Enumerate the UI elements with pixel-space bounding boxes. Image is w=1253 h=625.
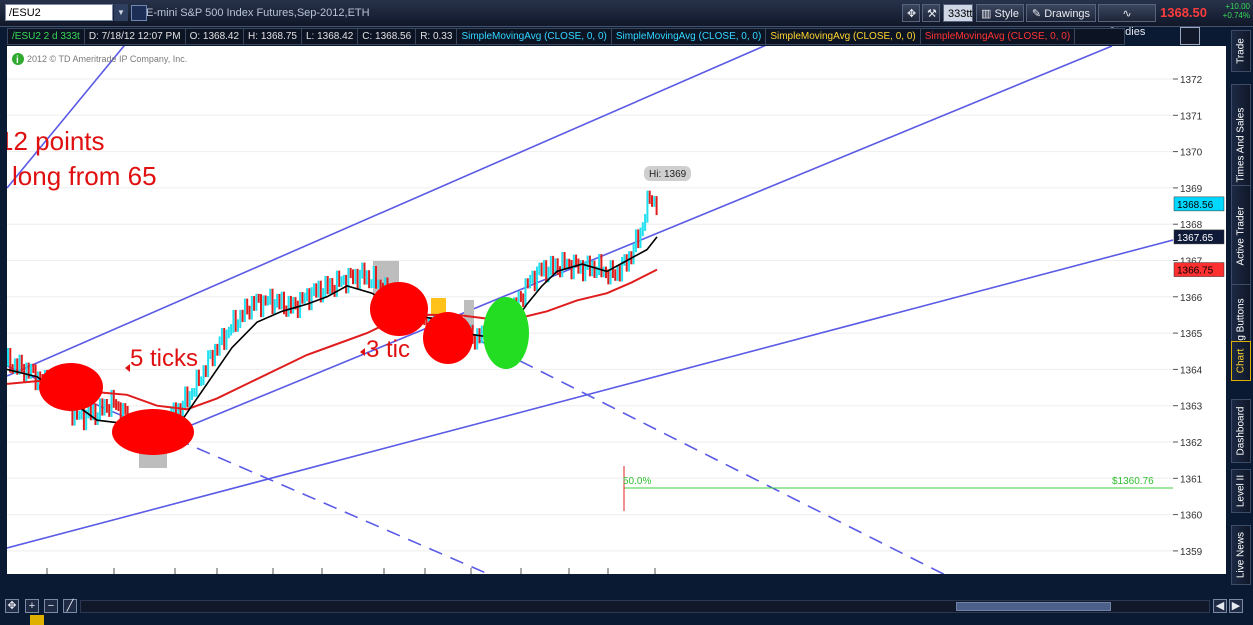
symbol-dropdown-chevron-icon[interactable]: ▼: [114, 4, 128, 21]
style-icon: ▥: [981, 8, 995, 20]
trade-marker-ellipse: [483, 297, 529, 369]
zoom-out-icon[interactable]: −: [44, 599, 58, 613]
price-tick-label: 1359: [1180, 547, 1203, 558]
bottom-toolbar: ✥ + − ╱ ◀ ▶: [0, 596, 1253, 625]
info-icon[interactable]: i: [12, 53, 24, 66]
trendline: [7, 239, 1173, 549]
price-tick-label: 1363: [1180, 402, 1203, 413]
studies-icon: ∿: [1122, 8, 1132, 20]
price-badge-label: 1366.75: [1177, 266, 1214, 277]
info-range: R: 0.33: [416, 29, 458, 44]
price-bars: [7, 190, 658, 468]
study-label[interactable]: SimpleMovingAvg (CLOSE, 0, 0): [766, 29, 921, 44]
tab-chart[interactable]: Chart: [1231, 341, 1251, 381]
price-tick-label: 1364: [1180, 365, 1203, 376]
trendline: [176, 46, 1113, 432]
price-tick-label: 1371: [1180, 111, 1203, 122]
price-axis-canvas: 1372137113701369136813671366136513641363…: [1173, 75, 1225, 558]
symbol-input[interactable]: /ESU2: [5, 4, 113, 21]
trade-marker-ellipse: [370, 282, 428, 336]
chart-scrollbar[interactable]: [80, 600, 1210, 613]
price-tick-label: 1361: [1180, 474, 1203, 485]
price-tick-label: 1369: [1180, 184, 1203, 195]
copyright-text: 2012 © TD Ameritrade IP Company, Inc.: [27, 54, 187, 64]
fib-percent-label: 50.0%: [623, 476, 651, 487]
annotation-long-from: long from 65: [12, 161, 157, 191]
price-tick-label: 1370: [1180, 148, 1203, 159]
info-low: L: 1368.42: [302, 29, 359, 44]
svg-text:i: i: [16, 55, 19, 66]
link-icon[interactable]: [131, 5, 147, 21]
annotation-points: 12 points: [7, 126, 105, 156]
tab-level-ii[interactable]: Level II: [1231, 469, 1251, 513]
pan-icon[interactable]: ✥: [5, 599, 19, 613]
chart-info-bar: /ESU2 2 d 333t D: 7/18/12 12:07 PM O: 1368…: [7, 28, 1125, 45]
trade-marker-ellipse: [112, 409, 194, 455]
price-tick-label: 1365: [1180, 329, 1203, 340]
annotation-3-ticks: 3 tic: [366, 336, 410, 363]
pencil-icon: ✎: [1031, 8, 1045, 20]
top-toolbar: /ESU2 ▼ E-mini S&P 500 Index Futures,Sep…: [0, 0, 1253, 38]
study-label[interactable]: SimpleMovingAvg (CLOSE, 0, 0): [921, 29, 1076, 44]
fib-value-label: $1360.76: [1112, 476, 1154, 487]
high-label: Hi: 1369: [649, 169, 687, 180]
info-close: C: 1368.56: [358, 29, 417, 44]
expand-panel-icon[interactable]: [30, 615, 44, 625]
price-tick-label: 1360: [1180, 511, 1203, 522]
price-badge-label: 1367.65: [1177, 233, 1214, 244]
gridlines: [7, 78, 1173, 552]
price-axis[interactable]: 1372 1371 1370 1369 1368 1367 1366 1365 1364 1363…: [1173, 46, 1226, 574]
trade-marker-ellipse: [39, 363, 103, 411]
info-open: O: 1368.42: [186, 29, 245, 44]
tab-live-news[interactable]: Live News: [1231, 525, 1251, 585]
drawing-tool-icon[interactable]: [1180, 27, 1200, 45]
price-change: +10.00 +0.74%: [1216, 2, 1250, 20]
price-tick-label: 1368: [1180, 220, 1203, 231]
tab-active-trader[interactable]: Active Trader: [1231, 185, 1251, 287]
scroll-right-icon[interactable]: ▶: [1229, 599, 1243, 613]
trade-marker-ellipse: [423, 312, 473, 364]
price-badge-label: 1368.56: [1177, 200, 1214, 211]
aggregation-ticks-button[interactable]: 333tt: [943, 4, 973, 22]
study-label[interactable]: SimpleMovingAvg (CLOSE, 0, 0): [612, 29, 767, 44]
last-price: 1368.50: [1160, 5, 1207, 20]
price-chart-canvas[interactable]: 12 points long from 65 5 ticks 3 tic 50.…: [7, 46, 1173, 574]
time-axis: 10:1510:2510:3510:4010:4510:5011:0011:05…: [46, 568, 656, 574]
zoom-in-icon[interactable]: +: [25, 599, 39, 613]
price-tick-label: 1362: [1180, 438, 1203, 449]
study-label[interactable]: SimpleMovingAvg (CLOSE, 0, 0): [457, 29, 612, 44]
instrument-description: E-mini S&P 500 Index Futures,Sep-2012,ET…: [146, 7, 370, 19]
scrollbar-thumb[interactable]: [956, 602, 1111, 611]
percent-change: +0.74%: [1222, 11, 1250, 20]
info-symbol: /ESU2 2 d 333t: [8, 29, 85, 44]
drawings-button[interactable]: ✎ Drawings: [1026, 4, 1096, 22]
studies-button[interactable]: ∿ Studies: [1098, 4, 1156, 38]
info-high: H: 1368.75: [244, 29, 302, 44]
tab-trade[interactable]: Trade: [1231, 30, 1251, 72]
price-tick-label: 1372: [1180, 75, 1203, 86]
side-panel: Trade Times And Sales Active Trader Big …: [1228, 28, 1253, 585]
draw-line-icon[interactable]: ╱: [63, 599, 77, 613]
scroll-left-icon[interactable]: ◀: [1213, 599, 1227, 613]
annotation-5-ticks: 5 ticks: [130, 345, 198, 372]
crosshair-icon[interactable]: ✥: [902, 4, 920, 22]
price-chart[interactable]: 12 points long from 65 5 ticks 3 tic 50.…: [7, 46, 1173, 574]
wrench-icon[interactable]: ⚒: [922, 4, 940, 22]
info-date: D: 7/18/12 12:07 PM: [85, 29, 186, 44]
tab-dashboard[interactable]: Dashboard: [1231, 399, 1251, 463]
style-button[interactable]: ▥ Style: [976, 4, 1024, 22]
trendlines: [7, 46, 1173, 574]
price-tick-label: 1366: [1180, 293, 1203, 304]
net-change: +10.00: [1225, 2, 1250, 11]
